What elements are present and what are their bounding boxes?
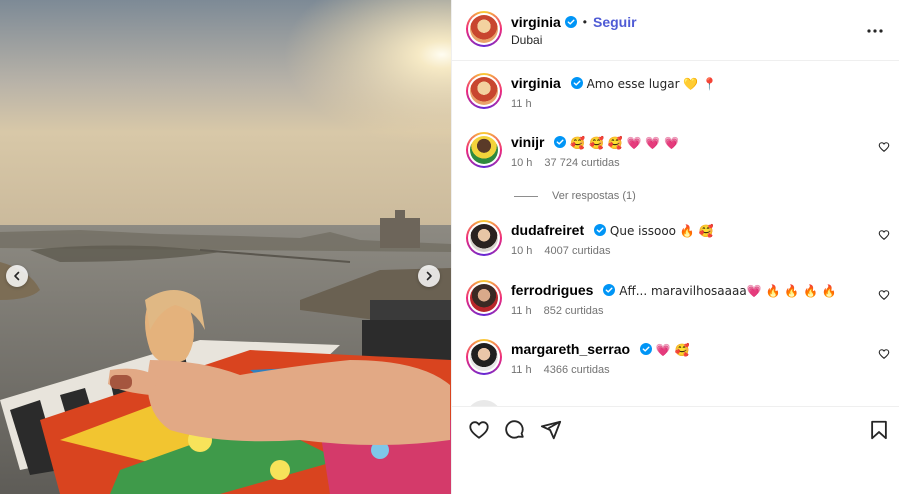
chevron-left-icon bbox=[14, 271, 20, 281]
share-icon bbox=[540, 420, 562, 440]
view-replies-label: Ver respostas (1) bbox=[552, 190, 636, 202]
comment-button[interactable] bbox=[504, 419, 526, 441]
comment-meta: 11 h 852 curtidas bbox=[511, 305, 604, 317]
comment-likes[interactable]: 4366 curtidas bbox=[544, 364, 610, 376]
comment-username[interactable]: ferrodrigues bbox=[511, 282, 593, 298]
comment-text: virginia Amo esse lugar 💛 📍 bbox=[511, 75, 717, 91]
commenter-avatar[interactable] bbox=[466, 73, 502, 109]
replies-divider bbox=[514, 195, 538, 197]
comments-list[interactable]: virginia Amo esse lugar 💛 📍 11 h vinijr … bbox=[452, 62, 899, 406]
chevron-right-icon bbox=[426, 271, 432, 281]
post-media[interactable] bbox=[0, 0, 451, 494]
comment-text: ferrodrigues Aff... maravilhosaaaa💗 🔥 🔥 … bbox=[511, 282, 837, 298]
comment-text: vinijr 🥰 🥰 🥰 💗 💗 💗 bbox=[511, 134, 679, 150]
heart-icon[interactable] bbox=[878, 289, 890, 301]
comment-body: Aff... maravilhosaaaa💗 🔥 🔥 🔥 🔥 bbox=[619, 284, 837, 298]
author-avatar[interactable] bbox=[466, 11, 502, 47]
share-button[interactable] bbox=[540, 419, 562, 441]
commenter-avatar[interactable] bbox=[466, 280, 502, 316]
author-line: virginia • Seguir bbox=[511, 14, 637, 30]
comment-body: Que issooo 🔥 🥰 bbox=[609, 224, 714, 238]
comment-meta: 10 h 4007 curtidas bbox=[511, 245, 610, 257]
comment-username[interactable]: vinijr bbox=[511, 134, 544, 150]
comment-meta: 11 h bbox=[511, 98, 532, 110]
heart-icon[interactable] bbox=[878, 348, 890, 360]
comment-likes[interactable]: 4007 curtidas bbox=[544, 245, 610, 257]
verified-badge-icon bbox=[594, 224, 607, 236]
comment-meta: 10 h 37 724 curtidas bbox=[511, 157, 620, 169]
post-location[interactable]: Dubai bbox=[511, 33, 542, 47]
comment-icon bbox=[505, 420, 524, 439]
verified-badge-icon bbox=[639, 343, 652, 355]
verified-badge-icon bbox=[570, 77, 583, 89]
more-options-icon[interactable] bbox=[866, 22, 884, 40]
verified-badge-icon bbox=[554, 136, 567, 148]
heart-icon[interactable] bbox=[878, 229, 890, 241]
view-replies-button[interactable]: Ver respostas (1) bbox=[514, 190, 636, 202]
post-details-panel: virginia • Seguir Dubai virginia Amo ess… bbox=[451, 0, 899, 494]
separator-dot: • bbox=[582, 15, 587, 29]
comment-time[interactable]: 11 h bbox=[511, 305, 532, 317]
post-photo bbox=[0, 0, 451, 494]
heart-icon[interactable] bbox=[878, 141, 890, 153]
comment-body: 🥰 🥰 🥰 💗 💗 💗 bbox=[570, 136, 679, 150]
commenter-avatar[interactable] bbox=[466, 132, 502, 168]
comment-username[interactable]: dudafreiret bbox=[511, 222, 584, 238]
commenter-avatar[interactable] bbox=[466, 220, 502, 256]
comment-body: 💗 🥰 bbox=[655, 343, 690, 357]
comment-time[interactable]: 10 h bbox=[511, 157, 532, 169]
follow-button[interactable]: Seguir bbox=[593, 14, 637, 30]
comment-time[interactable]: 10 h bbox=[511, 245, 532, 257]
comment-text: dudafreiret Que issooo 🔥 🥰 bbox=[511, 222, 714, 238]
previous-image-button[interactable] bbox=[6, 265, 28, 287]
like-button[interactable] bbox=[468, 419, 490, 441]
comment-time[interactable]: 11 h bbox=[511, 98, 532, 110]
comment-meta: 11 h 4366 curtidas bbox=[511, 364, 610, 376]
save-button[interactable] bbox=[868, 419, 890, 441]
post-header: virginia • Seguir Dubai bbox=[452, 0, 899, 61]
commenter-avatar[interactable] bbox=[466, 339, 502, 375]
comment-likes[interactable]: 37 724 curtidas bbox=[544, 157, 619, 169]
verified-badge-icon bbox=[564, 16, 577, 28]
bookmark-icon bbox=[871, 420, 887, 440]
comment-username[interactable]: margareth_serrao bbox=[511, 341, 630, 357]
comment-time[interactable]: 11 h bbox=[511, 364, 532, 376]
comment-text: margareth_serrao 💗 🥰 bbox=[511, 341, 690, 357]
comment-likes[interactable]: 852 curtidas bbox=[544, 305, 604, 317]
post-actions-bar bbox=[452, 406, 899, 450]
comment-body: Amo esse lugar 💛 📍 bbox=[586, 77, 718, 91]
verified-badge-icon bbox=[603, 284, 616, 296]
heart-icon bbox=[469, 421, 489, 439]
next-image-button[interactable] bbox=[418, 265, 440, 287]
author-username[interactable]: virginia bbox=[511, 14, 561, 30]
comment-username[interactable]: virginia bbox=[511, 75, 561, 91]
